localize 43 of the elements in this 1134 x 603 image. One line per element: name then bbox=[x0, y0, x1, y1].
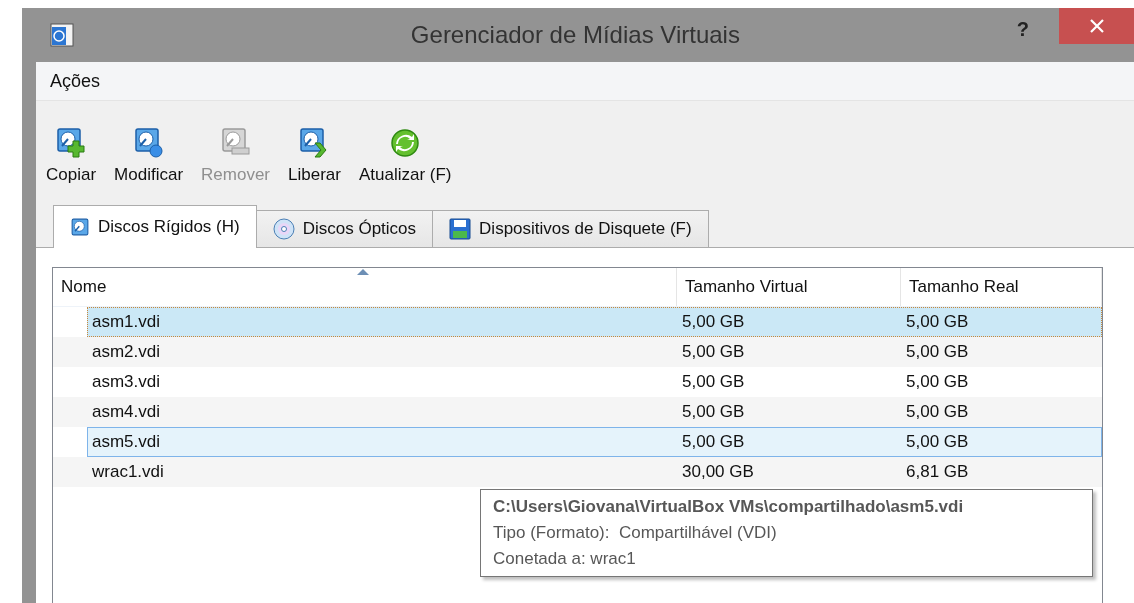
tab[interactable]: Discos Ópticos bbox=[255, 210, 434, 247]
table-cell-text: 5,00 GB bbox=[905, 372, 970, 392]
menu-item[interactable]: Ações bbox=[50, 70, 101, 92]
toolbar-button[interactable]: Liberar bbox=[282, 127, 347, 197]
column-header[interactable]: Tamanho Virtual bbox=[677, 268, 901, 306]
close-icon bbox=[1088, 18, 1105, 34]
tooltip-path: C:\Users\Giovana\VirtualBox VMs\compartilhado\asm5.vdi bbox=[493, 497, 965, 517]
table-cell-text: 5,00 GB bbox=[905, 312, 970, 332]
refresh-icon bbox=[389, 127, 422, 159]
toolbar-button[interactable]: Copiar bbox=[40, 127, 103, 197]
table-cell-text: 5,00 GB bbox=[681, 432, 746, 452]
table-cell-text: 5,00 GB bbox=[905, 432, 970, 452]
table-cell-text: 30,00 GB bbox=[681, 462, 755, 482]
table-cell-text: 5,00 GB bbox=[681, 402, 746, 422]
table-cell-text: 6,81 GB bbox=[905, 462, 970, 482]
table-row[interactable]: asm3.vdi 5,00 GB 5,00 GB bbox=[87, 367, 1102, 397]
window-title: Gerenciador de Mídias Virtuais bbox=[409, 21, 741, 49]
table-cell-text: 5,00 GB bbox=[681, 372, 746, 392]
disk-dot-icon bbox=[132, 127, 165, 159]
help-button[interactable]: ? bbox=[1016, 18, 1029, 41]
app-icon bbox=[50, 23, 74, 47]
table-cell-text: 5,00 GB bbox=[905, 342, 970, 362]
close-button[interactable] bbox=[1059, 8, 1134, 44]
tab[interactable]: Discos Rígidos (H) bbox=[53, 205, 257, 248]
tooltip-line: Tipo (Formato): Compartilhável (VDI) bbox=[493, 523, 778, 543]
tab[interactable]: Dispositivos de Disquete (F) bbox=[432, 210, 709, 247]
table-cell-text: 5,00 GB bbox=[681, 342, 746, 362]
table-row[interactable]: asm1.vdi 5,00 GB 5,00 GB bbox=[87, 307, 1102, 337]
optical-disc-icon bbox=[272, 218, 295, 240]
table-cell-text: asm1.vdi bbox=[91, 312, 162, 332]
disk-plus-icon bbox=[55, 127, 88, 159]
toolbar-button[interactable]: Modificar bbox=[108, 127, 190, 197]
table-cell-text: 5,00 GB bbox=[681, 312, 746, 332]
tooltip-line: Conetada a: wrac1 bbox=[493, 549, 637, 569]
table-cell-text: asm5.vdi bbox=[91, 432, 162, 452]
table-cell-text: asm3.vdi bbox=[91, 372, 162, 392]
table-row[interactable]: asm5.vdi 5,00 GB 5,00 GB bbox=[87, 427, 1102, 457]
table-cell-text: asm2.vdi bbox=[91, 342, 162, 362]
table-cell-text: asm4.vdi bbox=[91, 402, 162, 422]
table-cell-text: 5,00 GB bbox=[905, 402, 970, 422]
toolbar-button[interactable]: Atualizar (F) bbox=[352, 127, 458, 197]
column-header[interactable]: Tamanho Real bbox=[901, 268, 1102, 306]
table-cell-text: wrac1.vdi bbox=[91, 462, 165, 482]
